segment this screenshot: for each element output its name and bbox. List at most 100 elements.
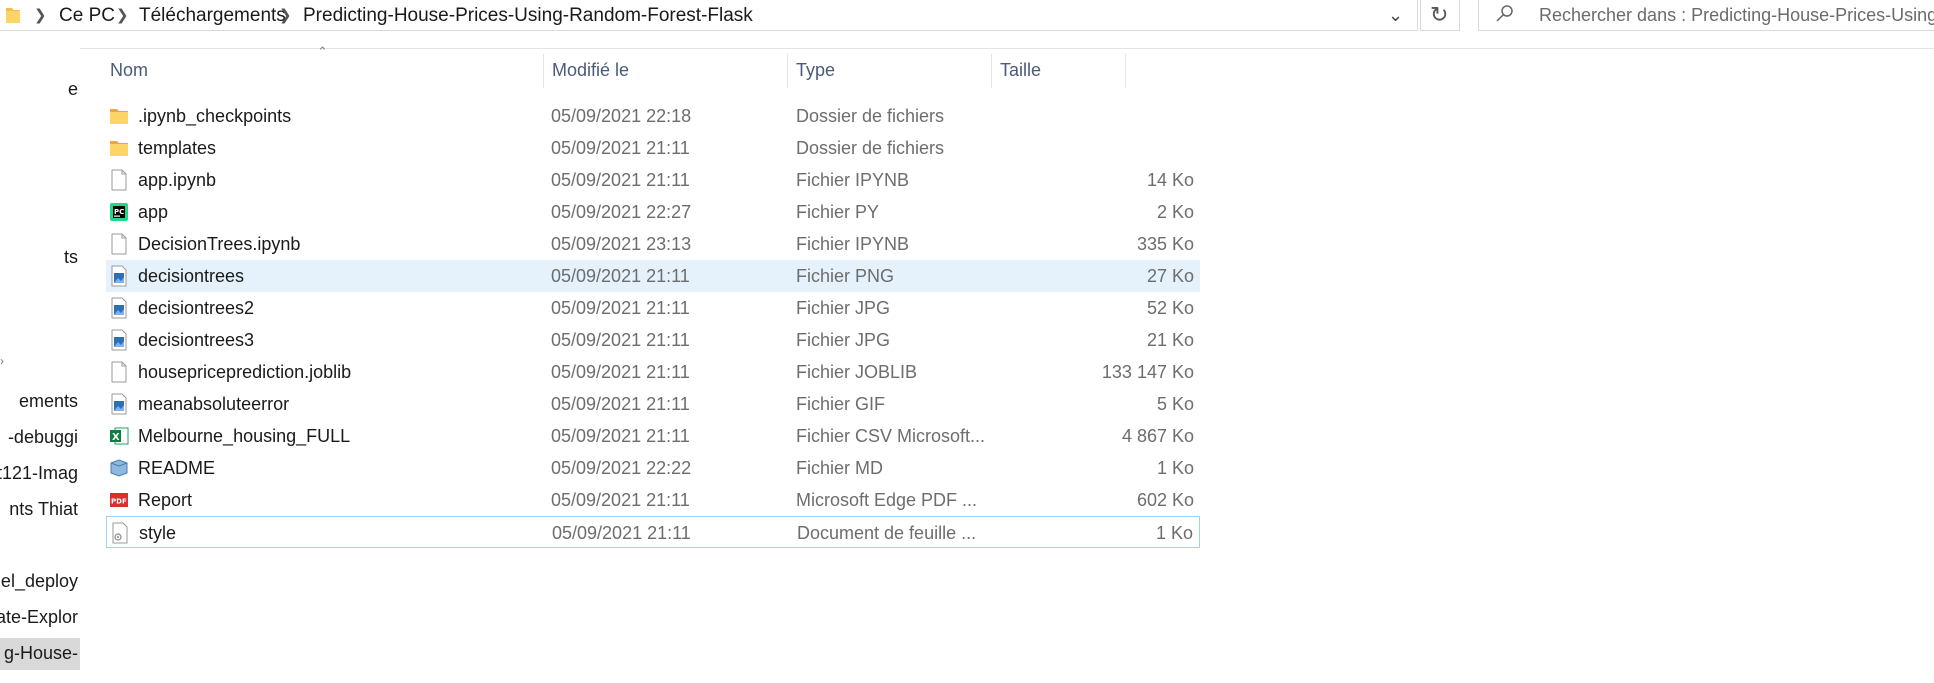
folder-icon: [6, 5, 20, 30]
nav-item[interactable]: e: [0, 74, 80, 106]
file-row[interactable]: DecisionTrees.ipynb 05/09/2021 23:13 Fic…: [106, 228, 1200, 260]
chevron-down-icon[interactable]: ⌄: [1388, 5, 1403, 26]
file-name: meanabsoluteerror: [138, 394, 290, 414]
file-name: housepriceprediction.joblib: [138, 362, 352, 382]
file-size: 335 Ko: [1136, 234, 1194, 254]
file-modified: 05/09/2021 21:11: [552, 523, 691, 543]
file-size: 21 Ko: [1146, 330, 1194, 350]
image-icon: [109, 393, 129, 415]
navigation-pane: e ts › ements -debuggi t121-Imag nts Thi…: [0, 48, 80, 683]
file-type: Fichier JOBLIB: [796, 362, 918, 382]
breadcrumb-item-downloads[interactable]: Téléchargements: [139, 5, 286, 27]
breadcrumb-chevron-icon[interactable]: ❯: [34, 6, 47, 24]
image-icon: [109, 329, 129, 351]
address-box[interactable]: ❯ Ce PC ❯ Téléchargements ❯ Predicting-H…: [0, 0, 1418, 31]
file-modified: 05/09/2021 21:11: [551, 362, 690, 382]
breadcrumb-item-current-folder[interactable]: Predicting-House-Prices-Using-Random-For…: [303, 5, 753, 27]
file-type: Fichier IPYNB: [796, 170, 910, 190]
file-type: Fichier PY: [796, 202, 880, 222]
file-type: Fichier JPG: [796, 330, 891, 350]
nav-item-current[interactable]: g-House-: [0, 638, 80, 670]
nav-item[interactable]: t121-Imag: [0, 458, 80, 490]
file-name: app: [138, 202, 169, 222]
svg-text:PC: PC: [114, 208, 124, 216]
breadcrumb-chevron-icon[interactable]: ❯: [116, 6, 129, 24]
file-row[interactable]: housepriceprediction.joblib 05/09/2021 2…: [106, 356, 1200, 388]
file-modified: 05/09/2021 21:11: [551, 298, 690, 318]
file-modified: 05/09/2021 22:18: [551, 106, 692, 126]
nav-item[interactable]: del_deploy: [0, 566, 80, 598]
file-row[interactable]: app.ipynb 05/09/2021 21:11 Fichier IPYNB…: [106, 164, 1200, 196]
folder-icon: [109, 105, 129, 127]
file-row[interactable]: templates 05/09/2021 21:11 Dossier de fi…: [106, 132, 1200, 164]
nav-item[interactable]: ts: [0, 242, 80, 274]
file-size: 1 Ko: [1156, 458, 1194, 478]
file-type: Fichier PNG: [796, 266, 895, 286]
file-name: decisiontrees3: [138, 330, 255, 350]
file-icon: [109, 361, 129, 383]
file-row-selected[interactable]: decisiontrees 05/09/2021 21:11 Fichier P…: [106, 260, 1200, 292]
file-type: Dossier de fichiers: [796, 106, 945, 126]
breadcrumb-chevron-icon[interactable]: ❯: [279, 6, 292, 24]
nav-item[interactable]: nts Thiat: [0, 494, 80, 526]
file-name: decisiontrees: [138, 266, 245, 286]
file-name: .ipynb_checkpoints: [138, 106, 292, 126]
refresh-icon: ↻: [1430, 2, 1449, 27]
pdf-icon: PDF: [109, 489, 129, 511]
file-size: 2 Ko: [1156, 202, 1194, 222]
file-icon: [109, 233, 129, 255]
file-type: Fichier GIF: [796, 394, 886, 414]
svg-text:PDF: PDF: [111, 498, 127, 506]
file-modified: 05/09/2021 22:27: [551, 202, 692, 222]
breadcrumb-item-ce-pc[interactable]: Ce PC: [59, 5, 115, 27]
nav-item[interactable]: ements: [0, 386, 80, 418]
file-modified: 05/09/2021 21:11: [551, 330, 690, 350]
column-header-modified[interactable]: Modifié le: [544, 54, 788, 88]
file-type: Fichier CSV Microsoft...: [796, 426, 986, 446]
file-icon: [109, 169, 129, 191]
file-size: 602 Ko: [1136, 490, 1194, 510]
search-input[interactable]: Rechercher dans : Predicting-House-Price…: [1478, 0, 1934, 31]
file-row[interactable]: PDF Report 05/09/2021 21:11 Microsoft Ed…: [106, 484, 1200, 516]
file-modified: 05/09/2021 21:11: [551, 394, 690, 414]
file-size: 4 867 Ko: [1121, 426, 1194, 446]
file-row[interactable]: decisiontrees3 05/09/2021 21:11 Fichier …: [106, 324, 1200, 356]
column-header-name[interactable]: Nom: [102, 54, 544, 88]
file-modified: 05/09/2021 22:22: [551, 458, 692, 478]
markdown-icon: [109, 457, 129, 479]
file-type: Microsoft Edge PDF ...: [796, 490, 978, 510]
image-icon: [109, 297, 129, 319]
file-modified: 05/09/2021 21:11: [551, 490, 690, 510]
file-size: 27 Ko: [1146, 266, 1194, 286]
file-modified: 05/09/2021 23:13: [551, 234, 692, 254]
file-row[interactable]: X Melbourne_housing_FULL 05/09/2021 21:1…: [106, 420, 1200, 452]
file-type: Dossier de fichiers: [796, 138, 945, 158]
file-size: 1 Ko: [1155, 523, 1193, 543]
refresh-button[interactable]: ↻: [1420, 0, 1460, 31]
folder-icon: [109, 137, 129, 159]
file-name: decisiontrees2: [138, 298, 255, 318]
excel-icon: X: [109, 425, 129, 447]
file-row[interactable]: .ipynb_checkpoints 05/09/2021 22:18 Doss…: [106, 100, 1200, 132]
file-name: README: [138, 458, 216, 478]
file-row[interactable]: PC app 05/09/2021 22:27 Fichier PY 2 Ko: [106, 196, 1200, 228]
column-header-type[interactable]: Type: [788, 54, 992, 88]
file-size: 5 Ko: [1156, 394, 1194, 414]
search-icon: [1495, 4, 1515, 29]
file-type: Document de feuille ...: [797, 523, 977, 543]
nav-item[interactable]: ate-Explor: [0, 602, 80, 634]
file-row[interactable]: meanabsoluteerror 05/09/2021 21:11 Fichi…: [106, 388, 1200, 420]
file-list: ⌃ Nom Modifié le Type Taille .ipynb_chec…: [82, 44, 1934, 683]
file-row[interactable]: README 05/09/2021 22:22 Fichier MD 1 Ko: [106, 452, 1200, 484]
file-modified: 05/09/2021 21:11: [551, 170, 690, 190]
nav-item[interactable]: -debuggi: [0, 422, 80, 454]
file-row-focused[interactable]: style 05/09/2021 21:11 Document de feuil…: [106, 516, 1200, 548]
search-placeholder: Rechercher dans : Predicting-House-Price…: [1539, 5, 1934, 25]
file-size: 133 147 Ko: [1101, 362, 1194, 382]
column-header-size[interactable]: Taille: [992, 54, 1126, 88]
css-icon: [110, 522, 130, 544]
file-row[interactable]: decisiontrees2 05/09/2021 21:11 Fichier …: [106, 292, 1200, 324]
svg-text:X: X: [112, 432, 120, 443]
pycharm-icon: PC: [109, 201, 129, 223]
expand-arrow-icon[interactable]: ›: [0, 354, 4, 368]
